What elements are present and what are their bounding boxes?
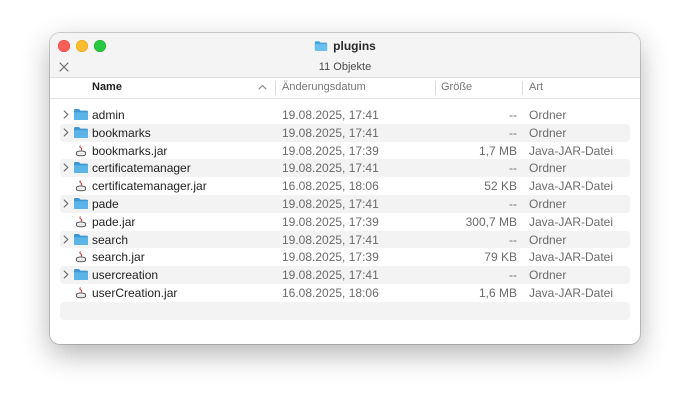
file-date: 19.08.2025, 17:39 [282,250,379,265]
column-header: Name Änderungsdatum Größe Art [50,78,640,99]
column-divider[interactable] [435,81,436,95]
file-name: pade [92,196,119,211]
file-kind: Java-JAR-Datei [529,250,614,265]
file-size: -- [509,268,517,283]
file-name: usercreation [92,268,159,283]
file-name: userCreation.jar [92,285,178,300]
file-size: -- [509,125,517,140]
file-size: -- [509,232,517,247]
folder-icon [74,109,88,120]
file-name: admin [92,108,125,122]
file-kind: Ordner [529,108,567,122]
file-name: search.jar [92,250,145,265]
file-date: 16.08.2025, 18:06 [282,285,379,300]
file-kind: Java-JAR-Datei [529,143,614,158]
file-size: 300,7 MB [465,214,517,229]
file-kind: Ordner [529,232,567,247]
file-size: 52 KB [484,179,517,194]
jar-file-icon [75,251,87,263]
file-size: 1,6 MB [478,285,517,300]
file-name: bookmarks [92,125,151,140]
disclosure-chevron-icon[interactable] [63,234,69,244]
file-row[interactable]: pade.jar 19.08.2025, 17:39 300,7 MB Java-JA… [60,213,630,231]
empty-row [60,301,630,320]
file-size: 79 KB [484,250,517,265]
file-row[interactable]: certificatemanager 19.08.2025, 17:41 -- Ord… [60,159,630,178]
file-row[interactable]: bookmarks 19.08.2025, 17:41 -- Ordner [60,123,630,142]
disclosure-chevron-icon[interactable] [63,163,69,172]
sort-ascending-icon[interactable] [258,84,267,90]
file-kind: Ordner [529,268,567,283]
file-row[interactable]: usercreation 19.08.2025, 17:41 -- Ordner [60,266,630,284]
file-kind: Ordner [529,196,567,211]
file-row[interactable]: pade 19.08.2025, 17:41 -- Ordner [60,194,630,213]
file-date: 19.08.2025, 17:41 [282,125,379,140]
finder-window: plugins 11 Objekte Name Änderungsdatum G… [50,33,640,344]
window-title: plugins [50,37,640,54]
status-bar: 11 Objekte [50,58,640,78]
folder-icon [315,40,328,51]
column-header-name[interactable]: Name [92,81,122,95]
item-count: 11 Objekte [318,61,372,73]
file-date: 19.08.2025, 17:39 [282,143,379,158]
disclosure-chevron-icon[interactable] [63,128,69,137]
file-size: -- [509,161,517,176]
file-list: admin 19.08.2025, 17:41 -- Ordner bookmarks… [60,106,630,320]
file-date: 19.08.2025, 17:41 [282,232,379,247]
folder-icon [74,126,88,138]
file-size: -- [509,196,517,211]
file-name: bookmarks.jar [92,143,168,158]
column-header-kind[interactable]: Art [529,81,543,95]
window-title-text: plugins [333,38,376,53]
file-date: 19.08.2025, 17:41 [282,268,379,283]
file-row[interactable]: bookmarks.jar 19.08.2025, 17:39 1,7 MB Java… [60,142,630,160]
file-name: certificatemanager.jar [92,179,207,194]
file-date: 19.08.2025, 17:41 [282,108,379,122]
jar-file-icon [75,144,87,156]
file-date: 19.08.2025, 17:39 [282,214,379,229]
file-kind: Java-JAR-Datei [529,285,614,300]
file-size: 1,7 MB [478,143,517,158]
file-date: 16.08.2025, 18:06 [282,179,379,194]
folder-icon [74,269,88,281]
file-row[interactable]: search 19.08.2025, 17:41 -- Ordner [60,230,630,249]
file-name: pade.jar [92,214,136,229]
column-divider[interactable] [522,81,523,95]
file-size: -- [509,108,517,122]
disclosure-chevron-icon[interactable] [63,199,69,208]
column-header-size[interactable]: Größe [441,81,472,95]
jar-file-icon [75,287,87,299]
column-divider[interactable] [275,81,276,95]
column-header-date[interactable]: Änderungsdatum [282,81,366,95]
file-kind: Java-JAR-Datei [529,214,614,229]
folder-icon [74,197,88,209]
file-row[interactable]: admin 19.08.2025, 17:41 -- Ordner [60,106,630,124]
file-row[interactable]: userCreation.jar 16.08.2025, 18:06 1,6 MB J… [60,284,630,302]
title-bar[interactable]: plugins [50,33,640,58]
folder-icon [74,162,88,174]
file-name: certificatemanager [92,161,191,176]
disclosure-chevron-icon[interactable] [63,110,69,119]
jar-file-icon [75,215,87,228]
file-name: search [92,232,129,247]
file-kind: Ordner [529,161,567,176]
disclosure-chevron-icon[interactable] [63,270,69,279]
file-kind: Java-JAR-Datei [529,179,614,194]
file-date: 19.08.2025, 17:41 [282,196,379,211]
file-row[interactable]: certificatemanager.jar 16.08.2025, 18:06 5… [60,177,630,195]
file-row[interactable]: search.jar 19.08.2025, 17:39 79 KB Java-JAR… [60,248,630,266]
jar-file-icon [75,180,87,192]
file-date: 19.08.2025, 17:41 [282,161,379,176]
folder-icon [74,233,88,245]
file-kind: Ordner [529,125,567,140]
